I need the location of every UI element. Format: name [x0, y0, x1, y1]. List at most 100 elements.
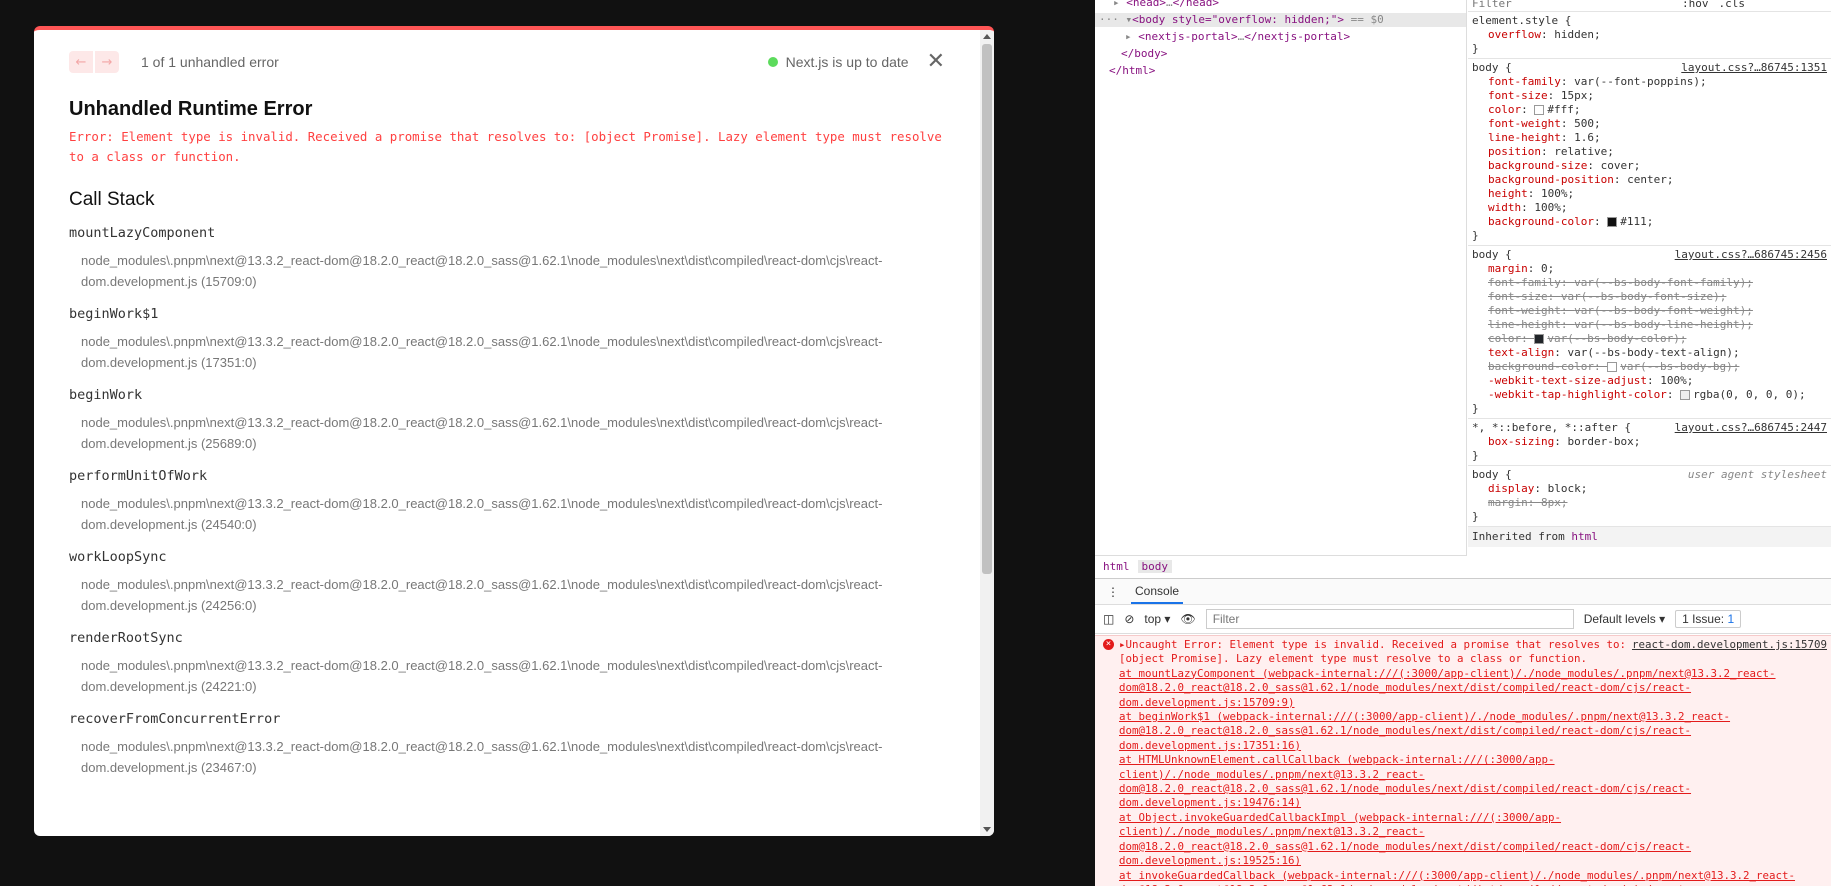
- style-declaration[interactable]: margin: 8px;: [1472, 496, 1827, 510]
- declaration-value[interactable]: 500;: [1574, 117, 1601, 130]
- declaration-value[interactable]: rgba(0, 0, 0, 0);: [1693, 388, 1806, 401]
- eye-icon[interactable]: 👁: [1180, 612, 1195, 626]
- style-declaration[interactable]: color: var(--bs-body-color);: [1472, 332, 1827, 346]
- declaration-property[interactable]: background-position: [1488, 173, 1614, 186]
- log-line[interactable]: at invokeGuardedCallback (webpack-intern…: [1119, 869, 1827, 886]
- color-swatch-icon[interactable]: [1680, 390, 1691, 400]
- stack-frame[interactable]: renderRootSync node_modules\.pnpm\next@13…: [69, 630, 945, 697]
- overlay-scrollbar[interactable]: [980, 30, 994, 836]
- declaration-value[interactable]: cover;: [1601, 159, 1641, 172]
- declaration-property[interactable]: font-family: [1488, 276, 1561, 289]
- declaration-value[interactable]: var(--bs-body-bg);: [1620, 360, 1739, 373]
- declaration-property[interactable]: font-weight: [1488, 304, 1561, 317]
- declaration-value[interactable]: var(--bs-body-text-align);: [1567, 346, 1739, 359]
- frame-file[interactable]: node_modules\.pnpm\next@13.3.2_react-dom…: [69, 413, 969, 454]
- next-error-button[interactable]: →: [95, 51, 119, 73]
- declaration-property[interactable]: background-size: [1488, 159, 1587, 172]
- log-line[interactable]: at Object.invokeGuardedCallbackImpl (web…: [1119, 811, 1827, 869]
- color-swatch-icon[interactable]: [1607, 362, 1618, 372]
- breadcrumb-body[interactable]: body: [1137, 560, 1172, 573]
- declaration-value[interactable]: #fff;: [1547, 103, 1580, 116]
- declaration-property[interactable]: -webkit-tap-highlight-color: [1488, 388, 1667, 401]
- style-declaration[interactable]: overflow: hidden;: [1472, 28, 1827, 42]
- tree-node-head[interactable]: ▸ <head>…</head>: [1095, 0, 1466, 10]
- declaration-value[interactable]: 0;: [1541, 262, 1554, 275]
- style-declaration[interactable]: box-sizing: border-box;: [1472, 435, 1827, 449]
- log-line[interactable]: at mountLazyComponent (webpack-internal:…: [1119, 667, 1827, 710]
- log-source-link[interactable]: react-dom.development.js:15709: [1632, 638, 1827, 652]
- declaration-property[interactable]: font-size: [1488, 290, 1548, 303]
- frame-file[interactable]: node_modules\.pnpm\next@13.3.2_react-dom…: [69, 575, 969, 616]
- stack-frame[interactable]: beginWork$1 node_modules\.pnpm\next@13.3.…: [69, 306, 945, 373]
- declaration-property[interactable]: display: [1488, 482, 1534, 495]
- styles-filter-input[interactable]: Filter: [1472, 0, 1672, 11]
- declaration-value[interactable]: 8px;: [1541, 496, 1568, 509]
- tree-node-body[interactable]: ··· ▾<body style="overflow: hidden;"> ==…: [1095, 13, 1466, 27]
- style-declaration[interactable]: line-height: var(--bs-body-line-height);: [1472, 318, 1827, 332]
- declaration-value[interactable]: hidden;: [1554, 28, 1600, 41]
- declaration-property[interactable]: box-sizing: [1488, 435, 1554, 448]
- rule-source-link[interactable]: layout.css?…86745:1351: [1681, 61, 1827, 75]
- rule-source-link[interactable]: layout.css?…686745:2456: [1675, 248, 1827, 262]
- style-declaration[interactable]: color: #fff;: [1472, 103, 1827, 117]
- style-declaration[interactable]: font-weight: 500;: [1472, 117, 1827, 131]
- rule-source-link[interactable]: layout.css?…686745:2447: [1675, 421, 1827, 435]
- rule-selector[interactable]: *, *::before, *::after {: [1472, 421, 1631, 435]
- scroll-up-icon[interactable]: [983, 34, 991, 39]
- frame-file[interactable]: node_modules\.pnpm\next@13.3.2_react-dom…: [69, 656, 969, 697]
- declaration-property[interactable]: color: [1488, 332, 1521, 345]
- declaration-value[interactable]: 15px;: [1561, 89, 1594, 102]
- color-swatch-icon[interactable]: [1534, 105, 1545, 115]
- rule-selector[interactable]: body {: [1472, 61, 1512, 75]
- style-declaration[interactable]: background-size: cover;: [1472, 159, 1827, 173]
- declaration-value[interactable]: #111;: [1620, 215, 1653, 228]
- scroll-down-icon[interactable]: [983, 827, 991, 832]
- declaration-property[interactable]: position: [1488, 145, 1541, 158]
- style-declaration[interactable]: -webkit-tap-highlight-color: rgba(0, 0, …: [1472, 388, 1827, 402]
- frame-file[interactable]: node_modules\.pnpm\next@13.3.2_react-dom…: [69, 494, 969, 535]
- declaration-property[interactable]: margin: [1488, 496, 1528, 509]
- issues-button[interactable]: 1 Issue: 1: [1675, 610, 1742, 628]
- rule-selector[interactable]: body {: [1472, 248, 1512, 262]
- tree-node-html-close[interactable]: </html>: [1095, 64, 1466, 78]
- declaration-property[interactable]: font-size: [1488, 89, 1548, 102]
- declaration-value[interactable]: var(--bs-body-font-weight);: [1574, 304, 1753, 317]
- stack-frame[interactable]: beginWork node_modules\.pnpm\next@13.3.2_…: [69, 387, 945, 454]
- declaration-value[interactable]: relative;: [1554, 145, 1614, 158]
- sidebar-toggle-icon[interactable]: ◫: [1103, 612, 1114, 626]
- drawer-menu-icon[interactable]: ⋮: [1107, 585, 1119, 599]
- rule-selector[interactable]: element.style {: [1472, 14, 1571, 28]
- style-declaration[interactable]: text-align: var(--bs-body-text-align);: [1472, 346, 1827, 360]
- declaration-property[interactable]: font-weight: [1488, 117, 1561, 130]
- declaration-value[interactable]: var(--bs-body-color);: [1547, 332, 1686, 345]
- stack-frame[interactable]: workLoopSync node_modules\.pnpm\next@13.3…: [69, 549, 945, 616]
- log-line[interactable]: at beginWork$1 (webpack-internal:///(:30…: [1119, 710, 1827, 753]
- rule-selector[interactable]: body {: [1472, 468, 1512, 482]
- declaration-value[interactable]: center;: [1627, 173, 1673, 186]
- tree-node-body-close[interactable]: </body>: [1095, 47, 1466, 61]
- style-declaration[interactable]: background-color: #111;: [1472, 215, 1827, 229]
- stack-frame[interactable]: mountLazyComponent node_modules\.pnpm\nex…: [69, 225, 945, 292]
- style-declaration[interactable]: font-size: 15px;: [1472, 89, 1827, 103]
- style-declaration[interactable]: -webkit-text-size-adjust: 100%;: [1472, 374, 1827, 388]
- style-declaration[interactable]: font-family: var(--font-poppins);: [1472, 75, 1827, 89]
- declaration-property[interactable]: height: [1488, 187, 1528, 200]
- style-declaration[interactable]: background-color: var(--bs-body-bg);: [1472, 360, 1827, 374]
- declaration-property[interactable]: background-color: [1488, 215, 1594, 228]
- declaration-value[interactable]: block;: [1548, 482, 1588, 495]
- declaration-value[interactable]: 1.6;: [1574, 131, 1601, 144]
- prev-error-button[interactable]: ←: [69, 51, 93, 73]
- declaration-value[interactable]: 100%;: [1534, 201, 1567, 214]
- frame-file[interactable]: node_modules\.pnpm\next@13.3.2_react-dom…: [69, 737, 969, 778]
- tab-console[interactable]: Console: [1131, 580, 1184, 604]
- close-icon[interactable]: ✕: [927, 51, 945, 73]
- declaration-value[interactable]: var(--font-poppins);: [1574, 75, 1706, 88]
- declaration-property[interactable]: margin: [1488, 262, 1528, 275]
- color-swatch-icon[interactable]: [1534, 334, 1545, 344]
- stack-frame[interactable]: performUnitOfWork node_modules\.pnpm\next…: [69, 468, 945, 535]
- declaration-property[interactable]: width: [1488, 201, 1521, 214]
- declaration-value[interactable]: var(--bs-body-font-size);: [1561, 290, 1727, 303]
- style-declaration[interactable]: display: block;: [1472, 482, 1827, 496]
- declaration-property[interactable]: line-height: [1488, 318, 1561, 331]
- style-declaration[interactable]: font-family: var(--bs-body-font-family);: [1472, 276, 1827, 290]
